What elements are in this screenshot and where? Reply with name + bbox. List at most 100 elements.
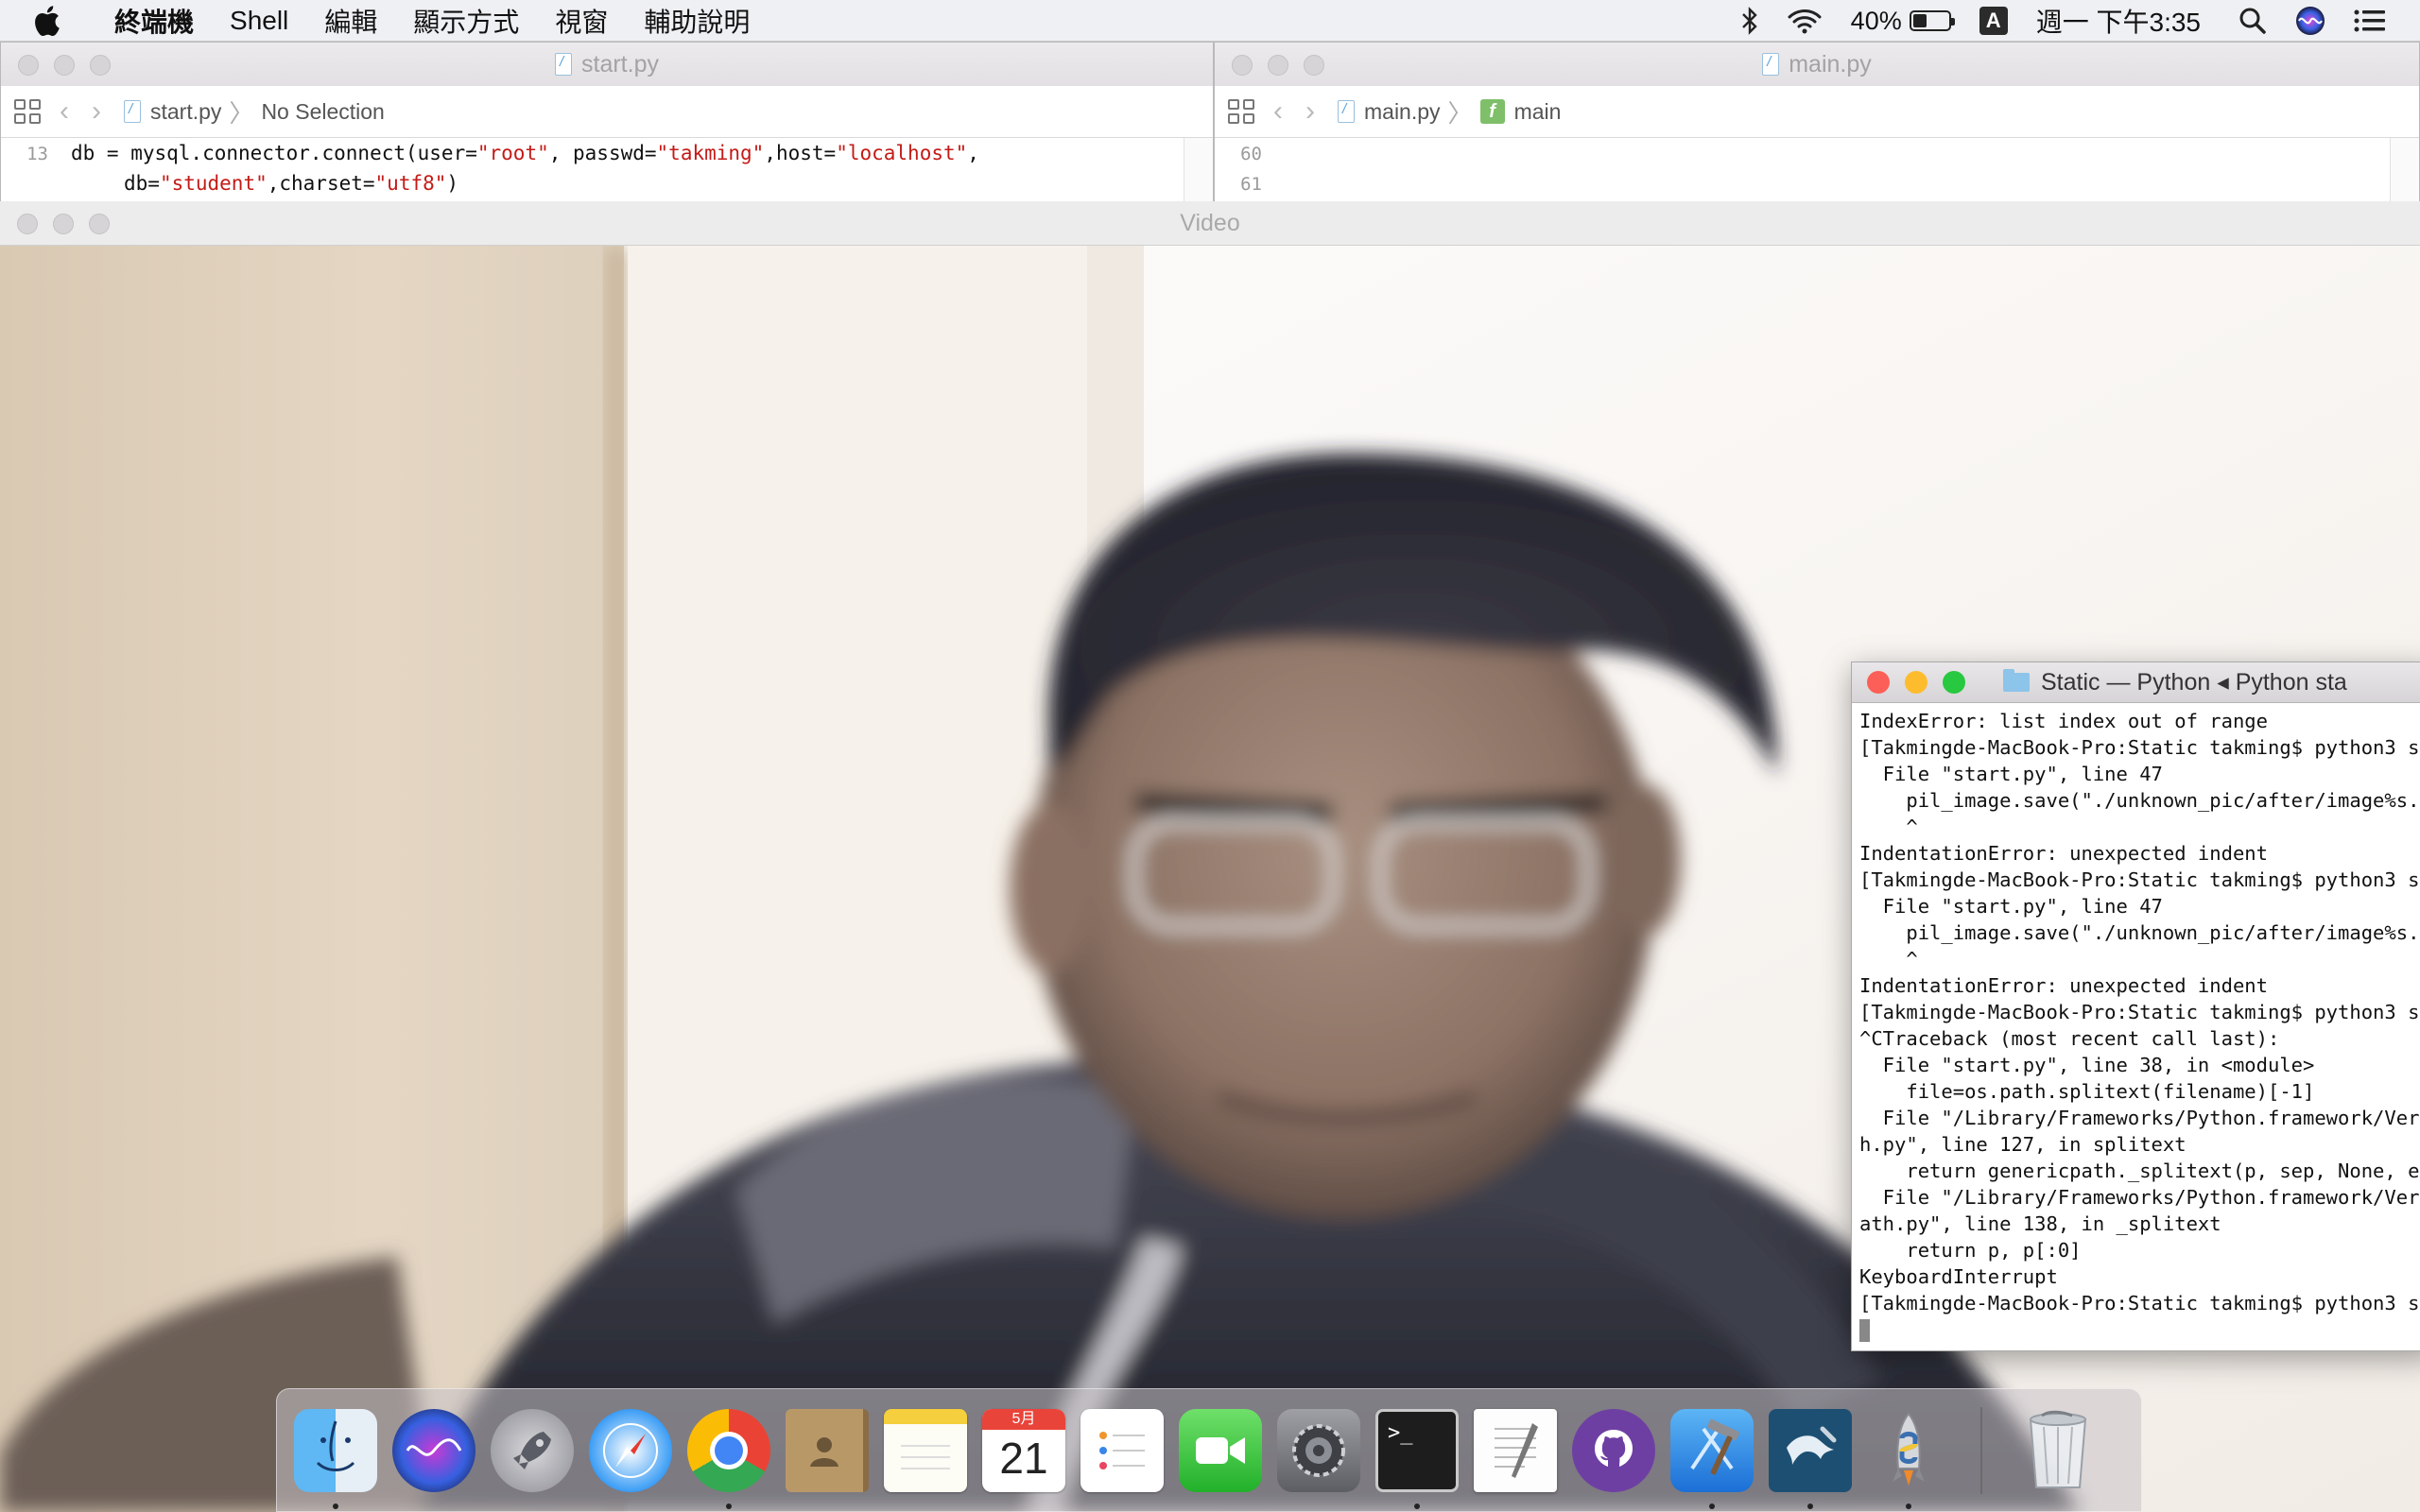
terminal-icon[interactable]: >_ <box>1375 1408 1459 1509</box>
minimize-button[interactable] <box>54 55 75 76</box>
minimize-button[interactable] <box>1905 671 1927 694</box>
breadcrumb-file[interactable]: main.py <box>1364 99 1441 125</box>
terminal-line: [Takmingde-MacBook-Pro:Static takming$ p… <box>1859 868 2420 891</box>
running-indicator <box>1414 1503 1420 1509</box>
line-number: 61 <box>1240 174 1262 195</box>
menu-edit[interactable]: 編輯 <box>306 2 395 40</box>
window-title: Video <box>1180 209 1240 236</box>
minimize-button[interactable] <box>53 214 74 234</box>
calendar-day: 21 <box>999 1433 1048 1483</box>
bluetooth-icon[interactable] <box>1741 7 1758 35</box>
finder-icon[interactable] <box>294 1408 377 1509</box>
menu-shell[interactable]: Shell <box>212 6 306 36</box>
close-button[interactable] <box>17 214 38 234</box>
menu-view[interactable]: 顯示方式 <box>395 2 537 40</box>
code-token: db = mysql.connector.connect(user= <box>71 142 477 164</box>
minimize-button[interactable] <box>1268 55 1288 76</box>
facetime-icon[interactable] <box>1179 1408 1262 1492</box>
battery-percent: 40% <box>1850 6 1902 35</box>
forward-chevron-icon[interactable]: › <box>1305 97 1315 126</box>
vertical-scrollbar[interactable] <box>1184 138 1213 203</box>
notification-center-icon[interactable] <box>2354 9 2386 33</box>
close-button[interactable] <box>1867 671 1890 694</box>
breadcrumb-selection[interactable]: No Selection <box>261 99 384 125</box>
jump-bar: ‹ › start.py 〉 No Selection <box>1 86 1213 138</box>
chrome-icon[interactable] <box>687 1408 770 1509</box>
launchpad-icon[interactable] <box>491 1408 574 1492</box>
terminal-line: File "start.py", line 38, in <module> <box>1859 1054 2315 1076</box>
zoom-button[interactable] <box>1304 55 1324 76</box>
menu-window[interactable]: 視窗 <box>537 2 626 40</box>
code-string: "utf8" <box>374 172 447 195</box>
menu-bar: 終端機 Shell 編輯 顯示方式 視窗 輔助說明 40% A 週一 下午3:3… <box>0 0 2420 42</box>
notes-icon[interactable] <box>884 1408 967 1492</box>
jump-bar: ‹ › main.py 〉 f main <box>1215 86 2419 138</box>
reminders-icon[interactable] <box>1080 1408 1164 1492</box>
terminal-line: return genericpath._splitext(p, sep, Non… <box>1859 1160 2420 1182</box>
battery-fill <box>1912 14 1927 27</box>
textedit-icon[interactable] <box>1474 1408 1557 1492</box>
code-string: "localhost" <box>836 142 968 164</box>
clock[interactable]: 週一 下午3:35 <box>2036 2 2201 40</box>
siri-icon[interactable] <box>2295 6 2325 36</box>
terminal-output[interactable]: IndexError: list index out of range [Takm… <box>1859 708 2420 1343</box>
code-token: db= <box>124 172 160 195</box>
menu-help[interactable]: 輔助說明 <box>626 2 768 40</box>
siri-icon[interactable] <box>392 1408 475 1492</box>
code-line-continuation: db="student",charset="utf8") <box>1 168 1213 198</box>
spotlight-search-icon[interactable] <box>2238 7 2267 35</box>
running-indicator <box>726 1503 732 1509</box>
related-items-grid-icon[interactable] <box>14 99 41 124</box>
github-desktop-icon[interactable] <box>1572 1408 1655 1492</box>
zoom-button[interactable] <box>90 55 111 76</box>
zoom-button[interactable] <box>1943 671 1965 694</box>
zoom-button[interactable] <box>89 214 110 234</box>
breadcrumb-file[interactable]: start.py <box>150 99 221 125</box>
system-preferences-icon[interactable] <box>1277 1408 1360 1492</box>
related-items-grid-icon[interactable] <box>1228 99 1254 124</box>
forward-chevron-icon[interactable]: › <box>92 97 101 126</box>
safari-icon[interactable] <box>589 1408 672 1492</box>
calendar-icon[interactable]: 5月 21 <box>982 1408 1065 1492</box>
close-button[interactable] <box>1232 55 1253 76</box>
close-button[interactable] <box>18 55 39 76</box>
python-launcher-icon[interactable] <box>1867 1409 1950 1509</box>
wifi-icon[interactable] <box>1787 8 1823 34</box>
window-controls <box>17 214 125 234</box>
xcode-icon[interactable] <box>1670 1408 1754 1509</box>
terminal-line: File "/Library/Frameworks/Python.framewo… <box>1859 1186 2420 1209</box>
line-number: 60 <box>1240 144 1262 164</box>
contacts-icon[interactable] <box>786 1408 869 1492</box>
terminal-line: [Takmingde-MacBook-Pro:Static takming$ p… <box>1859 1292 2420 1314</box>
apple-logo-icon[interactable] <box>32 2 70 40</box>
terminal-line: IndentationError: unexpected indent <box>1859 842 2268 865</box>
editor-titlebar: start.py <box>1 43 1213 87</box>
menu-app-name[interactable]: 終端機 <box>96 2 212 40</box>
code-line: 61 <box>1215 168 2419 198</box>
input-source-icon[interactable]: A <box>1979 7 2008 35</box>
terminal-line: IndexError: list index out of range <box>1859 710 2268 732</box>
calendar-month: 5月 <box>982 1408 1065 1430</box>
battery-status[interactable]: 40% <box>1850 6 1955 36</box>
code-line: 60 <box>1215 138 2419 168</box>
back-chevron-icon[interactable]: ‹ <box>1273 97 1283 126</box>
terminal-line: h.py", line 127, in splitext <box>1859 1133 2187 1156</box>
mysql-workbench-icon[interactable] <box>1769 1408 1852 1509</box>
terminal-line: pil_image.save("./unknown_pic/after/imag… <box>1859 789 2420 812</box>
trash-icon[interactable] <box>2016 1409 2100 1492</box>
window-title: main.py <box>1789 50 1872 77</box>
vertical-scrollbar[interactable] <box>2390 138 2419 203</box>
terminal-line: pil_image.save("./unknown_pic/after/imag… <box>1859 921 2420 944</box>
running-indicator <box>1807 1503 1813 1509</box>
line-number: 13 <box>26 144 48 164</box>
editor-window-main: main.py ‹ › main.py 〉 f main 60 61 <box>1214 42 2420 204</box>
code-token: , passwd= <box>548 142 657 164</box>
dock-separator <box>1980 1406 1982 1494</box>
terminal-titlebar: Static — Python ◂ Python sta <box>1852 662 2420 703</box>
terminal-line: IndentationError: unexpected indent <box>1859 974 2268 997</box>
back-chevron-icon[interactable]: ‹ <box>60 97 69 126</box>
code-area[interactable]: 60 61 <box>1215 138 2419 203</box>
breadcrumb-function[interactable]: main <box>1514 99 1562 125</box>
terminal-prompt: >_ <box>1388 1420 1413 1445</box>
code-area[interactable]: 13 db = mysql.connector.connect(user="roo… <box>1 138 1213 203</box>
